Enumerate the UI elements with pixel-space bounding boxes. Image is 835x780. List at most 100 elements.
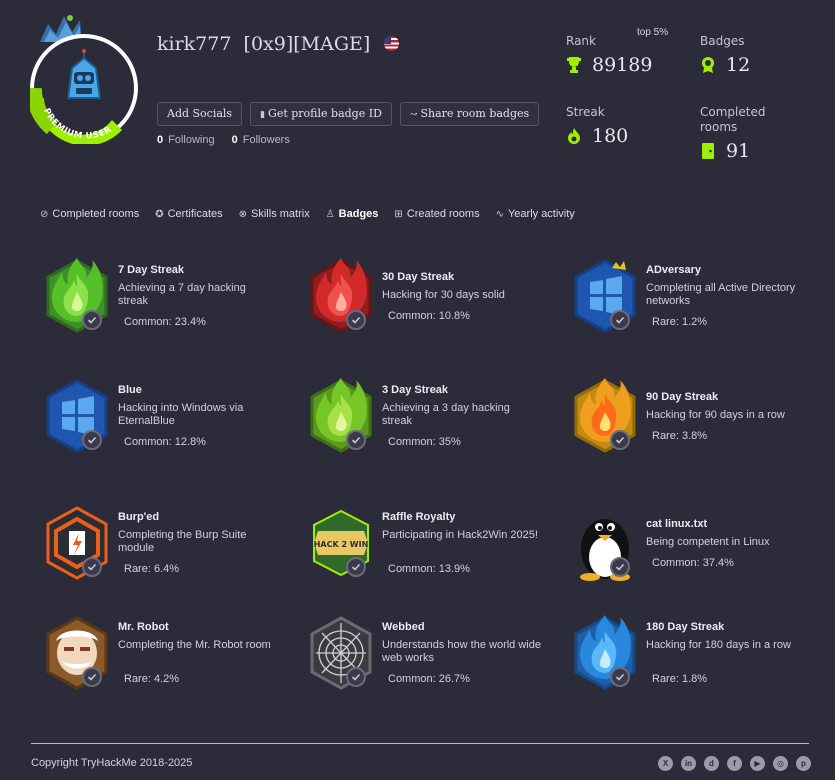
badge-description: Completing the Mr. Robot room xyxy=(118,639,271,651)
badge-card[interactable]: cat linux.txt Being competent in Linux C… xyxy=(572,505,822,595)
badge-card[interactable]: Blue Hacking into Windows via EternalBlu… xyxy=(44,378,294,468)
badge-description: Hacking for 90 days in a row xyxy=(646,409,785,421)
username-line: kirk777 [0x9][MAGE] xyxy=(157,33,400,55)
tab-certificates[interactable]: ✪ Certificates xyxy=(155,208,222,220)
badge-description: Participating in Hack2Win 2025! xyxy=(382,529,538,541)
badge-name: 90 Day Streak xyxy=(646,391,719,403)
door-icon xyxy=(702,143,714,159)
add-socials-button[interactable]: Add Socials xyxy=(157,102,243,126)
badge-card[interactable]: 30 Day Streak Hacking for 30 days solid … xyxy=(308,258,558,348)
badges-value: 12 xyxy=(700,54,750,76)
badge-card[interactable]: Burp'ed Completing the Burp Suite module… xyxy=(44,505,294,595)
badge-rarity: Rare: 3.8% xyxy=(652,430,708,442)
social-links: Xin d f ▶ ◎ p xyxy=(658,756,811,771)
completed-rooms-label: Completed rooms xyxy=(700,105,766,134)
tab-badges[interactable]: ♙ Badges xyxy=(326,208,379,220)
grid-icon: ⊞ xyxy=(394,208,403,220)
tab-created-rooms[interactable]: ⊞ Created rooms xyxy=(394,208,479,220)
streak-value: 180 xyxy=(566,125,628,147)
rank-percentile: top 5% xyxy=(637,27,669,38)
badge-name: 30 Day Streak xyxy=(382,271,455,283)
rank-value: 89189 xyxy=(566,54,652,76)
svg-text:HACK 2 WIN: HACK 2 WIN xyxy=(314,540,369,549)
instagram-icon[interactable]: ◎ xyxy=(773,756,788,771)
facebook-icon[interactable]: f xyxy=(727,756,742,771)
badge-name: 180 Day Streak xyxy=(646,621,725,633)
profile-badge-button[interactable]: ▮ Get profile badge ID xyxy=(250,102,392,126)
following-link[interactable]: 0 Following xyxy=(157,134,215,146)
tab-yearly-activity[interactable]: ∿ Yearly activity xyxy=(496,208,575,220)
earned-check-icon xyxy=(82,667,102,687)
certificate-icon: ✪ xyxy=(155,208,164,220)
rank-label: Rank xyxy=(566,34,596,48)
badge-description: Achieving a 7 day hacking streak xyxy=(118,282,246,307)
earned-check-icon xyxy=(610,310,630,330)
badge-rarity: Rare: 4.2% xyxy=(124,673,180,685)
badge-description: Understands how the world wide web works xyxy=(382,639,541,664)
badge-name: Blue xyxy=(118,384,142,396)
badge-description: Hacking into Windows via EternalBlue xyxy=(118,402,244,427)
footer-divider xyxy=(31,743,809,744)
tab-completed-rooms[interactable]: ⊘ Completed rooms xyxy=(40,208,139,220)
avatar-image: PREMIUM USER xyxy=(26,15,138,146)
badge-name: Mr. Robot xyxy=(118,621,169,633)
badge-rarity: Common: 35% xyxy=(388,436,461,448)
discord-icon[interactable]: d xyxy=(704,756,719,771)
badge-icon: ♙ xyxy=(325,208,335,220)
badge-description: Hacking for 30 days solid xyxy=(382,289,505,301)
linkedin-icon[interactable]: in xyxy=(681,756,696,771)
profile-tabs: ⊘ Completed rooms ✪ Certificates ⊗ Skills m… xyxy=(40,208,575,220)
badge-rarity: Common: 37.4% xyxy=(652,557,734,569)
us-flag-icon xyxy=(384,35,400,51)
badge-card[interactable]: 7 Day Streak Achieving a 7 day hacking s… xyxy=(44,258,294,348)
earned-check-icon xyxy=(610,430,630,450)
badge-rarity: Common: 10.8% xyxy=(388,310,470,322)
fire-icon xyxy=(568,128,580,144)
tab-skills-matrix[interactable]: ⊗ Skills matrix xyxy=(239,208,310,220)
earned-check-icon xyxy=(346,430,366,450)
badge-rarity: Rare: 1.2% xyxy=(652,316,708,328)
badge-name: 3 Day Streak xyxy=(382,384,449,396)
completed-rooms-value: 91 xyxy=(700,140,750,162)
follow-counts: 0 Following 0 Followers xyxy=(157,134,290,146)
skills-icon: ⊗ xyxy=(238,208,248,220)
youtube-icon[interactable]: ▶ xyxy=(750,756,765,771)
badge-description: Completing the Burp Suite module xyxy=(118,529,247,554)
earned-check-icon xyxy=(82,310,102,330)
badge-card[interactable]: HACK 2 WIN Raffle Royalty Participating … xyxy=(308,505,558,595)
badge-rarity: Rare: 1.8% xyxy=(652,673,708,685)
earned-check-icon xyxy=(82,557,102,577)
medal-icon xyxy=(702,57,714,73)
badge-rarity: Common: 13.9% xyxy=(388,563,470,575)
share-icon: ↝ xyxy=(409,110,418,120)
earned-check-icon xyxy=(610,557,630,577)
user-tag: [0x9][MAGE] xyxy=(243,33,371,55)
badge-card[interactable]: 3 Day Streak Achieving a 3 day hacking s… xyxy=(308,378,558,468)
badge-description: Hacking for 180 days in a row xyxy=(646,639,791,651)
trophy-icon xyxy=(567,57,581,73)
badge-card[interactable]: Webbed Understands how the world wide we… xyxy=(308,615,558,705)
badge-card[interactable]: ADversary Completing all Active Director… xyxy=(572,258,822,348)
badge-rarity: Common: 12.8% xyxy=(124,436,206,448)
badge-description: Being competent in Linux xyxy=(646,536,770,548)
username: kirk777 xyxy=(157,33,232,55)
badge-card[interactable]: 180 Day Streak Hacking for 180 days in a… xyxy=(572,615,822,705)
badge-description: Achieving a 3 day hacking streak xyxy=(382,402,510,427)
badge-card[interactable]: Mr. Robot Completing the Mr. Robot room … xyxy=(44,615,294,705)
id-card-icon: ▮ xyxy=(260,110,266,120)
badge-name: Burp'ed xyxy=(118,511,160,523)
followers-link[interactable]: 0 Followers xyxy=(232,134,290,146)
pinterest-icon[interactable]: p xyxy=(796,756,811,771)
earned-check-icon xyxy=(346,557,366,577)
avatar[interactable]: PREMIUM USER xyxy=(26,12,140,146)
badge-name: Webbed xyxy=(382,621,425,633)
earned-check-icon xyxy=(346,667,366,687)
badge-name: ADversary xyxy=(646,264,702,276)
x-icon[interactable]: X xyxy=(658,756,673,771)
badge-card[interactable]: 90 Day Streak Hacking for 90 days in a r… xyxy=(572,378,822,468)
badge-description: Completing all Active Directory networks xyxy=(646,282,796,307)
earned-check-icon xyxy=(82,430,102,450)
share-badges-button[interactable]: ↝ Share room badges xyxy=(399,102,540,126)
badge-name: Raffle Royalty xyxy=(382,511,456,523)
badge-rarity: Common: 23.4% xyxy=(124,316,206,328)
